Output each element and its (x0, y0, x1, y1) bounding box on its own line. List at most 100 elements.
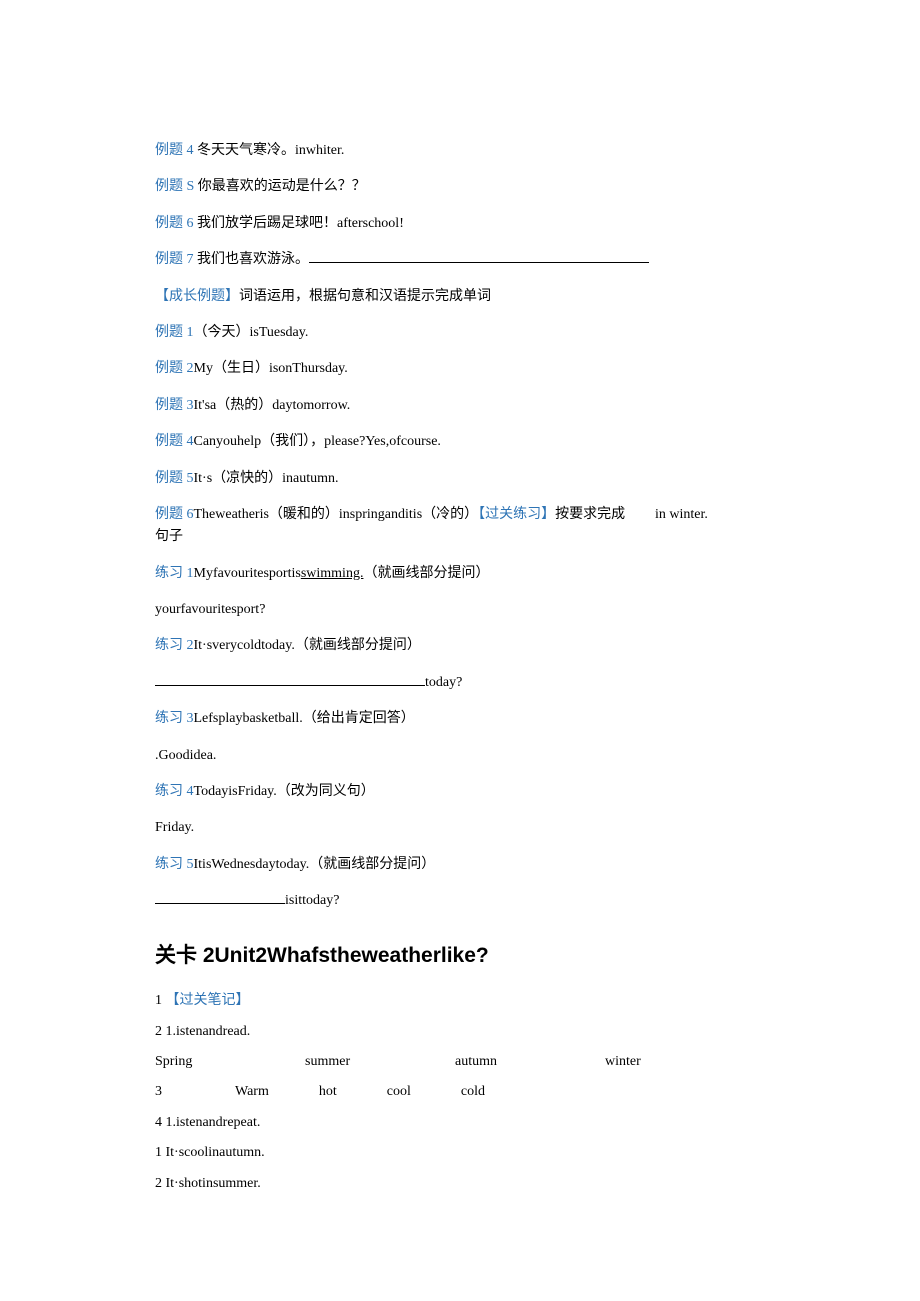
notes-4-text: 1.istenandrepeat. (166, 1115, 261, 1130)
notes-1: 1 【过关笔记】 (155, 990, 765, 1012)
growth-ex5-zh: （凉快的） (212, 471, 282, 486)
practice-5-note: （就画线部分提问） (309, 857, 435, 872)
growth-header: 【成长例题】词语运用，根据句意和汉语提示完成单词 (155, 286, 765, 308)
practice-5: 练习 5ItisWednesdaytoday.（就画线部分提问） (155, 854, 765, 876)
practice-1-note: （就画线部分提问） (363, 566, 489, 581)
seasons-row: Spring summer autumn winter (155, 1051, 765, 1073)
practice-5-ans: isittoday? (285, 893, 339, 908)
practice-2-label: 练习 2 (155, 638, 194, 653)
notes-1-num: 1 (155, 993, 166, 1008)
blank-line (309, 249, 649, 263)
growth-ex6-label: 例题 6 (155, 507, 194, 522)
practice-3-text: Lefsplaybasketball. (194, 711, 303, 726)
practice-4-text: TodayisFriday. (194, 784, 277, 799)
example-4-en: inwhiter. (295, 143, 344, 158)
practice-1: 练习 1Myfavouritesportisswimming.（就画线部分提问） (155, 563, 765, 585)
growth-ex4-zh: （我们） (261, 434, 310, 449)
section-2-title: 关卡 2Unit2Whafstheweatherlike? (155, 939, 765, 973)
growth-ex2: 例题 2My（生日）isonThursday. (155, 358, 765, 380)
practice-3: 练习 3Lefsplaybasketball.（给出肯定回答） (155, 708, 765, 730)
listen-1-num: 1 (155, 1145, 166, 1160)
growth-ex2-pre: My (194, 361, 213, 376)
growth-ex1-zh: （今天） (194, 325, 250, 340)
notes-1-label: 【过关笔记】 (166, 993, 250, 1008)
growth-ex1-label: 例题 1 (155, 325, 194, 340)
example-6: 例题 6 我们放学后踢足球吧！afterschool! (155, 213, 765, 235)
practice-4: 练习 4TodayisFriday.（改为同义句） (155, 781, 765, 803)
growth-ex3-pre: It'sa (194, 398, 217, 413)
practice-1-label: 练习 1 (155, 566, 194, 581)
growth-ex6-zh2: （冷的） (422, 507, 478, 522)
growth-ex1-en: isTuesday. (250, 325, 309, 340)
example-4-zh: 冬天天气寒冷。 (197, 143, 295, 158)
example-4-label: 例题 4 (155, 143, 197, 158)
growth-ex4-pre: Canyouhelp (194, 434, 262, 449)
notes-4-num: 4 (155, 1115, 166, 1130)
example-7: 例题 7 我们也喜欢游泳。 (155, 249, 765, 271)
practice-5-label: 练习 5 (155, 857, 194, 872)
growth-ex6-mid: inspringanditis (339, 507, 422, 522)
practice-3-label: 练习 3 (155, 711, 194, 726)
growth-ex2-label: 例题 2 (155, 361, 194, 376)
practice-2-ans-row: today? (155, 672, 765, 694)
pass-desc: 按要求完成 (555, 507, 625, 522)
example-7-zh: 我们也喜欢游泳。 (197, 252, 309, 267)
notes-2-text: 1.istenandread. (166, 1024, 251, 1039)
practice-2-text: It·sverycoldtoday. (194, 638, 295, 653)
example-4: 例题 4 冬天天气寒冷。inwhiter. (155, 140, 765, 162)
temp-warm: Warm (235, 1081, 269, 1103)
practice-2-note: （就画线部分提问） (295, 638, 421, 653)
listen-1-text: It·scoolinautumn. (166, 1145, 265, 1160)
example-6-zh: 我们放学后踢足球吧！ (197, 216, 337, 231)
practice-4-label: 练习 4 (155, 784, 194, 799)
growth-ex3-zh: （热的） (216, 398, 272, 413)
blank-line (155, 672, 425, 686)
practice-5-text: ItisWednesdaytoday. (194, 857, 310, 872)
growth-ex5-label: 例题 5 (155, 471, 194, 486)
growth-ex4-label: 例题 4 (155, 434, 194, 449)
growth-ex5-pre: It·s (194, 471, 213, 486)
notes-2-num: 2 (155, 1024, 166, 1039)
growth-ex4: 例题 4Canyouhelp（我们），please?Yes,ofcourse. (155, 431, 765, 453)
temps-num: 3 (155, 1081, 185, 1103)
sentence-word: 句子 (155, 526, 655, 548)
example-s-label: 例题 S (155, 179, 198, 194)
season-spring: Spring (155, 1051, 305, 1073)
pass-title: 【过关练习】 (478, 507, 555, 522)
notes-2: 2 1.istenandread. (155, 1021, 765, 1043)
example-s-zh: 你最喜欢的运动是什么？？ (198, 179, 366, 194)
growth-ex6-zh1: （暖和的） (269, 507, 339, 522)
practice-5-ans-row: isittoday? (155, 890, 765, 912)
practice-3-note: （给出肯定回答） (303, 711, 415, 726)
notes-4: 4 1.istenandrepeat. (155, 1112, 765, 1134)
listen-2-num: 2 (155, 1176, 166, 1191)
example-7-label: 例题 7 (155, 252, 197, 267)
practice-1-ans: yourfavouritesport? (155, 599, 765, 621)
growth-ex3: 例题 3It'sa（热的）daytomorrow. (155, 395, 765, 417)
growth-ex3-label: 例题 3 (155, 398, 194, 413)
temps-row: 3 Warm hot cool cold (155, 1081, 765, 1103)
listen-1: 1 It·scoolinautumn. (155, 1142, 765, 1164)
season-autumn: autumn (455, 1051, 605, 1073)
practice-1-underline: swimming. (301, 566, 364, 581)
growth-ex6-tail: in winter. (655, 504, 765, 526)
example-s: 例题 S 你最喜欢的运动是什么？？ (155, 176, 765, 198)
growth-ex1: 例题 1（今天）isTuesday. (155, 322, 765, 344)
growth-ex6: 例题 6Theweatheris（暖和的）inspringanditis（冷的）… (155, 504, 765, 549)
growth-ex2-zh: （生日） (213, 361, 269, 376)
blank-line (155, 890, 285, 904)
listen-2: 2 It·shotinsummer. (155, 1173, 765, 1195)
practice-2: 练习 2It·sverycoldtoday.（就画线部分提问） (155, 635, 765, 657)
temp-cold: cold (461, 1081, 485, 1103)
season-winter: winter (605, 1051, 755, 1073)
practice-4-note: （改为同义句） (277, 784, 375, 799)
temp-hot: hot (319, 1081, 337, 1103)
growth-ex2-en: isonThursday. (269, 361, 348, 376)
growth-title: 【成长例题】 (155, 289, 239, 304)
season-summer: summer (305, 1051, 455, 1073)
growth-ex4-en: ，please?Yes,ofcourse. (310, 434, 441, 449)
growth-desc: 词语运用，根据句意和汉语提示完成单词 (239, 289, 491, 304)
growth-ex5: 例题 5It·s（凉快的）inautumn. (155, 468, 765, 490)
example-6-en: afterschool! (337, 216, 404, 231)
growth-ex3-en: daytomorrow. (272, 398, 350, 413)
